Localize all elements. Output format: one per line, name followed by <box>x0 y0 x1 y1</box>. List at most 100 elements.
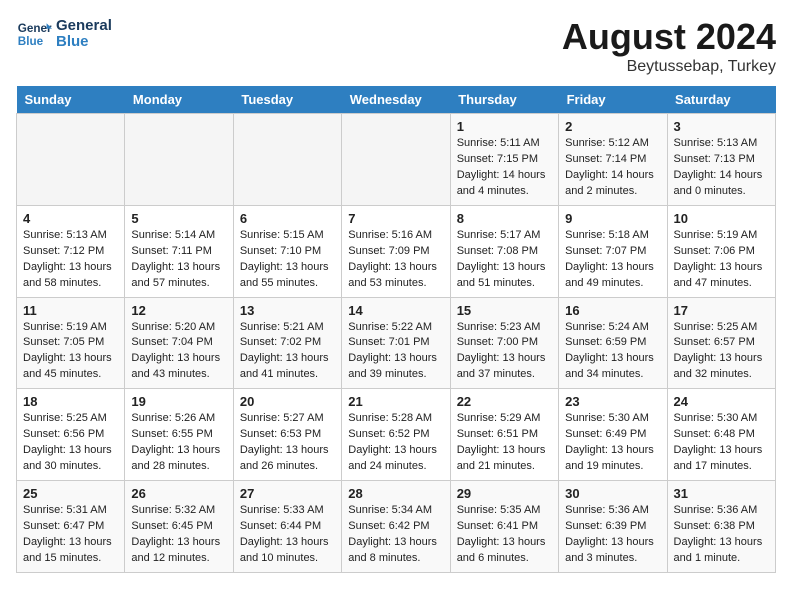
day-info: Sunrise: 5:30 AMSunset: 6:49 PMDaylight:… <box>565 411 660 475</box>
day-number: 14 <box>348 303 443 318</box>
calendar-cell-0-6: 3 Sunrise: 5:13 AMSunset: 7:13 PMDaylight… <box>667 114 775 206</box>
calendar-table: Sunday Monday Tuesday Wednesday Thursday… <box>16 86 776 573</box>
calendar-cell-3-1: 19 Sunrise: 5:26 AMSunset: 6:55 PMDayligh… <box>125 389 233 481</box>
col-wednesday: Wednesday <box>342 86 450 114</box>
day-info: Sunrise: 5:25 AMSunset: 6:57 PMDaylight:… <box>674 320 769 384</box>
col-friday: Friday <box>559 86 667 114</box>
day-info: Sunrise: 5:29 AMSunset: 6:51 PMDaylight:… <box>457 411 552 475</box>
calendar-cell-4-2: 27 Sunrise: 5:33 AMSunset: 6:44 PMDayligh… <box>233 481 341 573</box>
day-number: 26 <box>131 486 226 501</box>
day-number: 30 <box>565 486 660 501</box>
day-number: 22 <box>457 394 552 409</box>
day-number: 19 <box>131 394 226 409</box>
day-info: Sunrise: 5:33 AMSunset: 6:44 PMDaylight:… <box>240 503 335 567</box>
calendar-cell-0-4: 1 Sunrise: 5:11 AMSunset: 7:15 PMDaylight… <box>450 114 558 206</box>
calendar-cell-1-0: 4 Sunrise: 5:13 AMSunset: 7:12 PMDaylight… <box>17 205 125 297</box>
day-number: 24 <box>674 394 769 409</box>
day-number: 18 <box>23 394 118 409</box>
day-info: Sunrise: 5:18 AMSunset: 7:07 PMDaylight:… <box>565 228 660 292</box>
day-number: 29 <box>457 486 552 501</box>
day-number: 8 <box>457 211 552 226</box>
day-info: Sunrise: 5:19 AMSunset: 7:06 PMDaylight:… <box>674 228 769 292</box>
day-info: Sunrise: 5:11 AMSunset: 7:15 PMDaylight:… <box>457 136 552 200</box>
calendar-cell-3-0: 18 Sunrise: 5:25 AMSunset: 6:56 PMDayligh… <box>17 389 125 481</box>
day-number: 20 <box>240 394 335 409</box>
calendar-cell-1-6: 10 Sunrise: 5:19 AMSunset: 7:06 PMDayligh… <box>667 205 775 297</box>
day-info: Sunrise: 5:21 AMSunset: 7:02 PMDaylight:… <box>240 320 335 384</box>
day-info: Sunrise: 5:31 AMSunset: 6:47 PMDaylight:… <box>23 503 118 567</box>
calendar-cell-1-1: 5 Sunrise: 5:14 AMSunset: 7:11 PMDaylight… <box>125 205 233 297</box>
calendar-cell-0-1 <box>125 114 233 206</box>
day-number: 12 <box>131 303 226 318</box>
day-number: 25 <box>23 486 118 501</box>
col-saturday: Saturday <box>667 86 775 114</box>
page-header: General Blue General Blue August 2024 Be… <box>16 16 776 76</box>
day-number: 27 <box>240 486 335 501</box>
calendar-cell-4-1: 26Sunrise: 5:32 AMSunset: 6:45 PMDayligh… <box>125 481 233 573</box>
calendar-cell-3-3: 21 Sunrise: 5:28 AMSunset: 6:52 PMDayligh… <box>342 389 450 481</box>
day-info: Sunrise: 5:30 AMSunset: 6:48 PMDaylight:… <box>674 411 769 475</box>
calendar-cell-2-5: 16Sunrise: 5:24 AMSunset: 6:59 PMDayligh… <box>559 297 667 389</box>
day-number: 9 <box>565 211 660 226</box>
day-number: 3 <box>674 119 769 134</box>
day-number: 16 <box>565 303 660 318</box>
day-number: 15 <box>457 303 552 318</box>
day-info: Sunrise: 5:26 AMSunset: 6:55 PMDaylight:… <box>131 411 226 475</box>
calendar-cell-3-6: 24 Sunrise: 5:30 AMSunset: 6:48 PMDayligh… <box>667 389 775 481</box>
day-info: Sunrise: 5:13 AMSunset: 7:12 PMDaylight:… <box>23 228 118 292</box>
calendar-cell-0-2 <box>233 114 341 206</box>
day-number: 23 <box>565 394 660 409</box>
day-number: 31 <box>674 486 769 501</box>
calendar-cell-1-3: 7 Sunrise: 5:16 AMSunset: 7:09 PMDaylight… <box>342 205 450 297</box>
day-info: Sunrise: 5:25 AMSunset: 6:56 PMDaylight:… <box>23 411 118 475</box>
week-row-2: 4 Sunrise: 5:13 AMSunset: 7:12 PMDaylight… <box>17 205 776 297</box>
col-thursday: Thursday <box>450 86 558 114</box>
day-number: 10 <box>674 211 769 226</box>
calendar-cell-2-4: 15 Sunrise: 5:23 AMSunset: 7:00 PMDayligh… <box>450 297 558 389</box>
svg-text:Blue: Blue <box>18 35 44 48</box>
day-info: Sunrise: 5:13 AMSunset: 7:13 PMDaylight:… <box>674 136 769 200</box>
calendar-cell-0-5: 2Sunrise: 5:12 AMSunset: 7:14 PMDaylight… <box>559 114 667 206</box>
day-number: 7 <box>348 211 443 226</box>
calendar-cell-1-2: 6Sunrise: 5:15 AMSunset: 7:10 PMDaylight… <box>233 205 341 297</box>
calendar-cell-0-0 <box>17 114 125 206</box>
col-sunday: Sunday <box>17 86 125 114</box>
col-monday: Monday <box>125 86 233 114</box>
day-number: 5 <box>131 211 226 226</box>
day-info: Sunrise: 5:22 AMSunset: 7:01 PMDaylight:… <box>348 320 443 384</box>
day-info: Sunrise: 5:27 AMSunset: 6:53 PMDaylight:… <box>240 411 335 475</box>
calendar-cell-2-1: 12Sunrise: 5:20 AMSunset: 7:04 PMDayligh… <box>125 297 233 389</box>
day-number: 4 <box>23 211 118 226</box>
day-info: Sunrise: 5:16 AMSunset: 7:09 PMDaylight:… <box>348 228 443 292</box>
day-number: 11 <box>23 303 118 318</box>
month-year-title: August 2024 <box>562 16 776 58</box>
col-tuesday: Tuesday <box>233 86 341 114</box>
day-info: Sunrise: 5:23 AMSunset: 7:00 PMDaylight:… <box>457 320 552 384</box>
calendar-cell-2-3: 14 Sunrise: 5:22 AMSunset: 7:01 PMDayligh… <box>342 297 450 389</box>
day-number: 2 <box>565 119 660 134</box>
day-number: 28 <box>348 486 443 501</box>
day-number: 6 <box>240 211 335 226</box>
calendar-cell-4-3: 28Sunrise: 5:34 AMSunset: 6:42 PMDayligh… <box>342 481 450 573</box>
day-number: 17 <box>674 303 769 318</box>
week-row-1: 1 Sunrise: 5:11 AMSunset: 7:15 PMDaylight… <box>17 114 776 206</box>
day-info: Sunrise: 5:36 AMSunset: 6:38 PMDaylight:… <box>674 503 769 567</box>
day-number: 21 <box>348 394 443 409</box>
logo-general: General <box>56 18 112 35</box>
week-row-3: 11 Sunrise: 5:19 AMSunset: 7:05 PMDayligh… <box>17 297 776 389</box>
logo-blue: Blue <box>56 34 112 51</box>
day-number: 13 <box>240 303 335 318</box>
day-info: Sunrise: 5:28 AMSunset: 6:52 PMDaylight:… <box>348 411 443 475</box>
day-info: Sunrise: 5:36 AMSunset: 6:39 PMDaylight:… <box>565 503 660 567</box>
calendar-cell-3-4: 22 Sunrise: 5:29 AMSunset: 6:51 PMDayligh… <box>450 389 558 481</box>
calendar-cell-1-5: 9 Sunrise: 5:18 AMSunset: 7:07 PMDaylight… <box>559 205 667 297</box>
week-row-4: 18 Sunrise: 5:25 AMSunset: 6:56 PMDayligh… <box>17 389 776 481</box>
day-number: 1 <box>457 119 552 134</box>
calendar-cell-0-3 <box>342 114 450 206</box>
calendar-header-row: Sunday Monday Tuesday Wednesday Thursday… <box>17 86 776 114</box>
day-info: Sunrise: 5:14 AMSunset: 7:11 PMDaylight:… <box>131 228 226 292</box>
calendar-cell-3-5: 23 Sunrise: 5:30 AMSunset: 6:49 PMDayligh… <box>559 389 667 481</box>
calendar-cell-4-4: 29Sunrise: 5:35 AMSunset: 6:41 PMDayligh… <box>450 481 558 573</box>
day-info: Sunrise: 5:17 AMSunset: 7:08 PMDaylight:… <box>457 228 552 292</box>
day-info: Sunrise: 5:19 AMSunset: 7:05 PMDaylight:… <box>23 320 118 384</box>
